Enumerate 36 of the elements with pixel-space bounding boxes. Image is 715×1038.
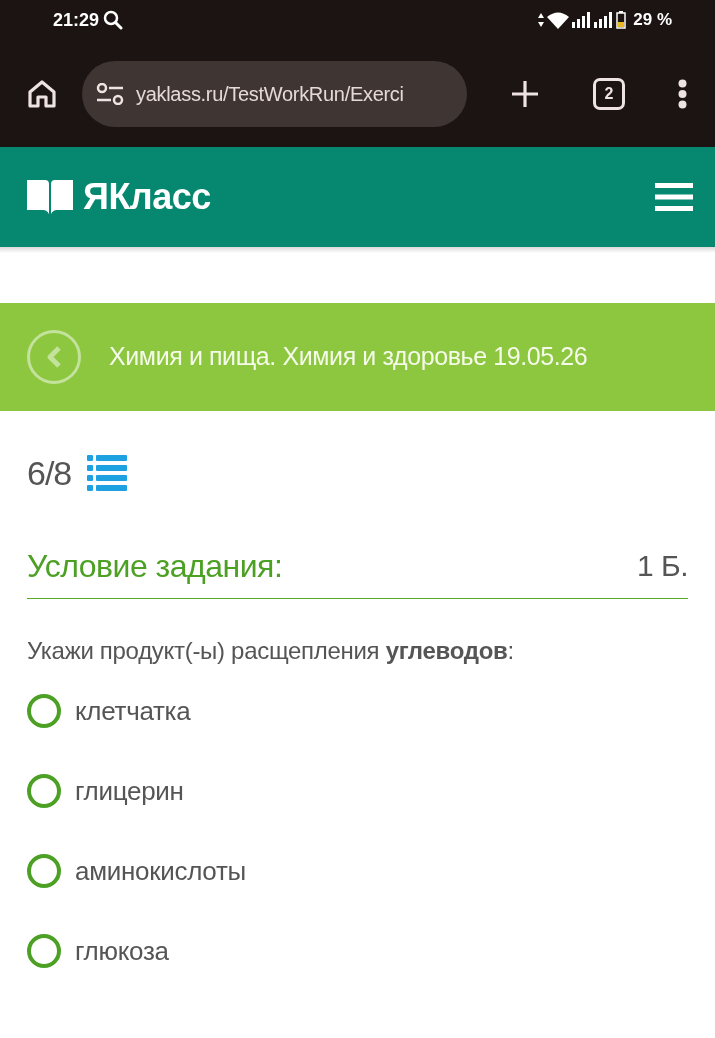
battery-icon [616,11,627,29]
answer-option: глюкоза [75,931,169,971]
site-settings-icon [96,82,124,105]
more-vertical-icon [677,78,687,109]
question-list-button[interactable] [87,455,128,491]
menu-icon [655,183,693,211]
data-arrows-icon [538,13,545,27]
list-icon [87,455,128,491]
task-heading: Условие задания: [27,547,283,586]
question-counter: 6/8 [27,452,72,494]
battery-percent: 29 % [633,9,672,32]
more-menu-button[interactable] [677,78,687,109]
status-time: 21:29 [53,8,100,32]
site-logo[interactable]: ЯКласс [83,170,211,224]
question-text: Укажи продукт(-ы) расщепления углеводов: [27,636,515,666]
search-icon [103,10,124,30]
plus-icon [510,78,540,109]
address-bar[interactable]: yaklass.ru/TestWorkRun/Exerci [82,60,467,127]
answer-option: клетчатка [75,691,191,731]
chevron-left-icon [46,345,62,369]
radio-button[interactable] [27,774,61,808]
answer-option: аминокислоты [75,851,246,891]
test-title: Химия и пища. Химия и здоровье 19.05.26 [109,341,588,373]
radio-button[interactable] [27,854,61,888]
radio-button[interactable] [27,934,61,968]
task-points: 1 Б. [636,548,688,584]
home-icon [27,78,57,109]
radio-button[interactable] [27,694,61,728]
menu-button[interactable] [655,182,693,212]
signal-icon [572,12,592,28]
wifi-icon [547,11,570,29]
open-book-icon [27,180,73,214]
signal-icon [594,12,614,28]
answer-option: глицерин [75,771,184,811]
tab-count-button[interactable]: 2 [593,77,625,110]
url-text: yaklass.ru/TestWorkRun/Exerci [136,81,404,107]
